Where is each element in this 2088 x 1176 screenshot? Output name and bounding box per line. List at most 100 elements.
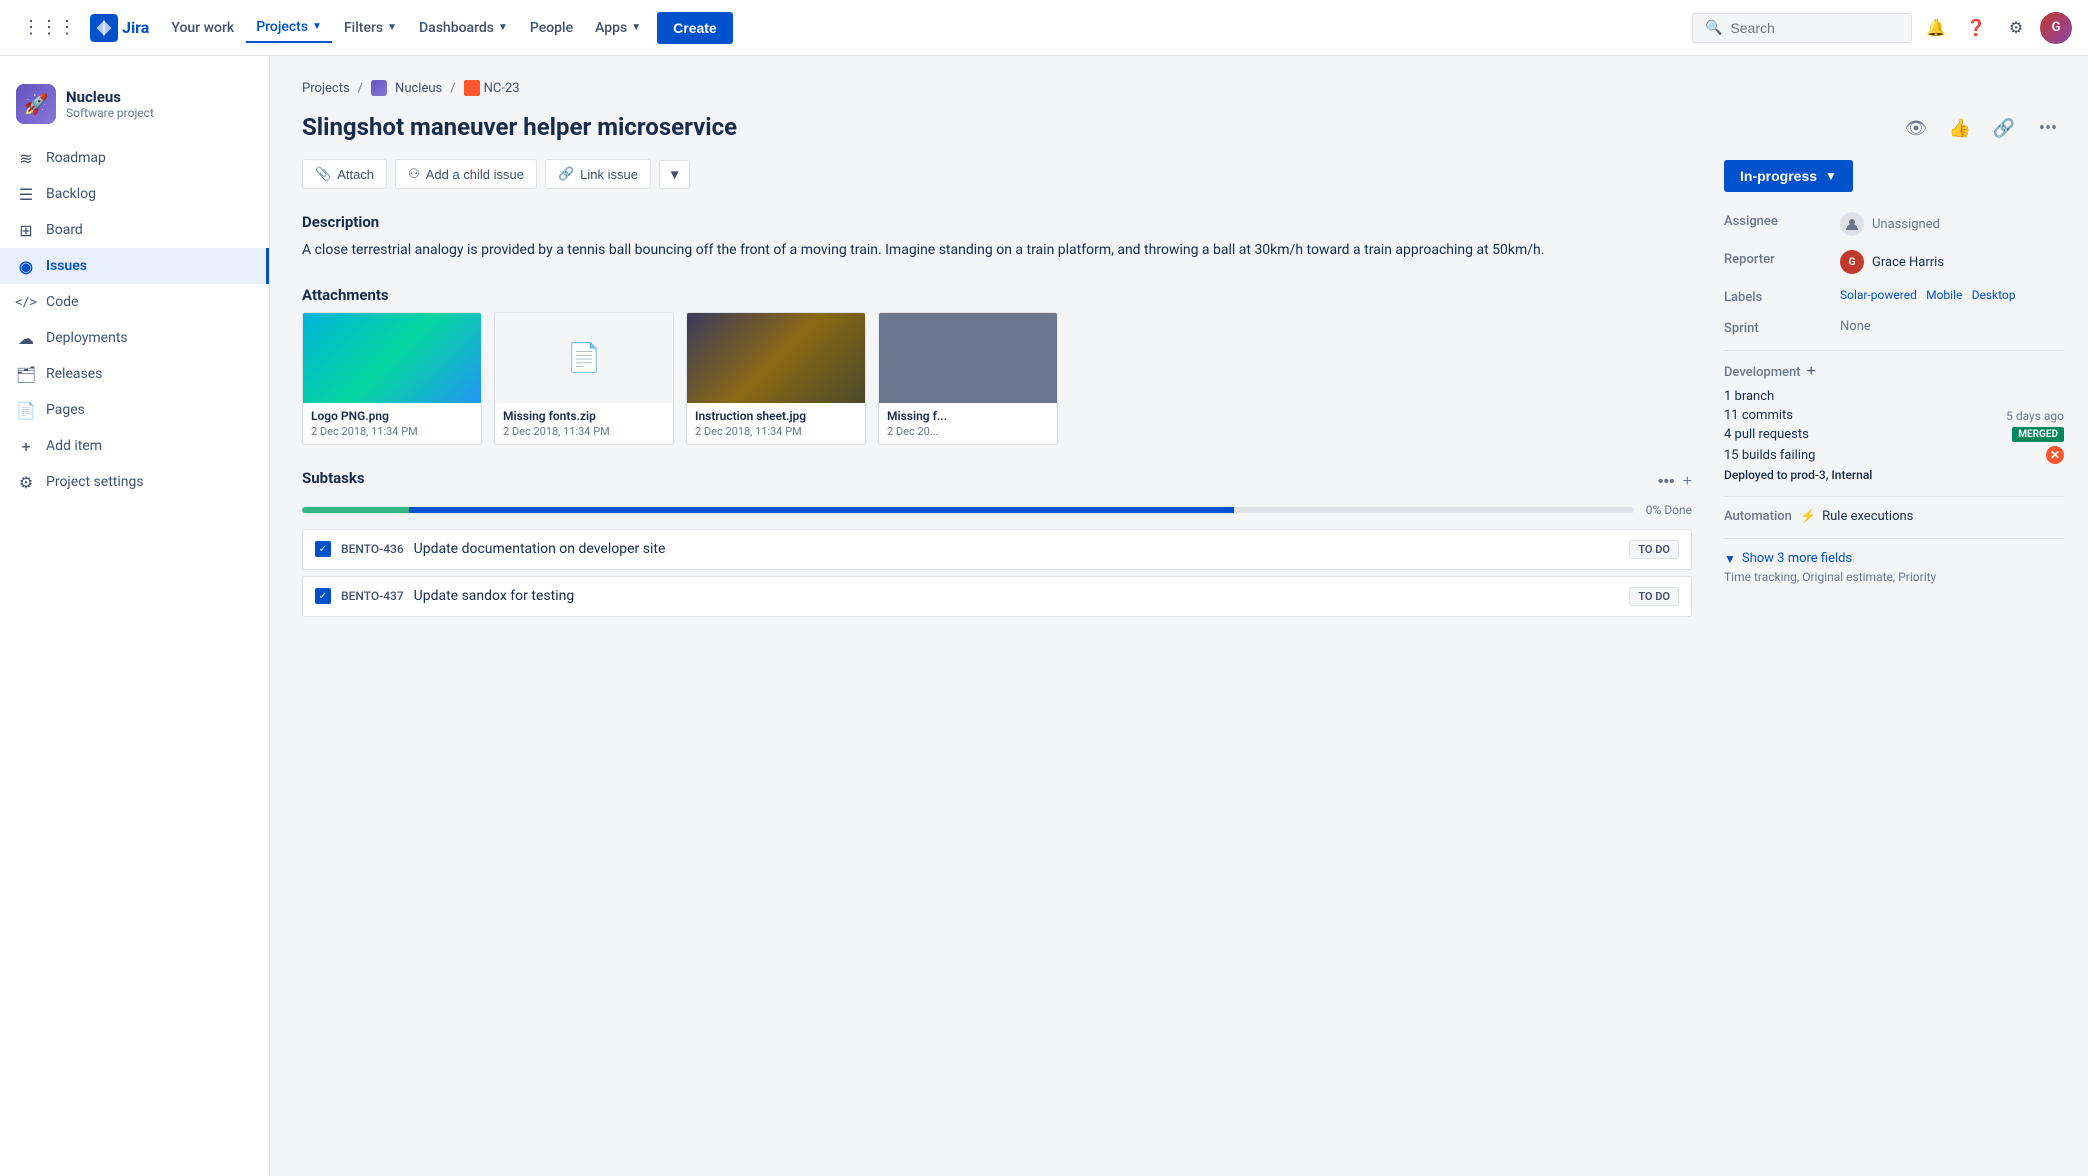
- subtask-id-1: BENTO-436: [341, 542, 404, 556]
- subtasks-header: Subtasks ••• +: [302, 469, 1692, 495]
- show-more-chevron-icon: ▼: [1724, 552, 1736, 566]
- sprint-value[interactable]: None: [1840, 319, 2064, 334]
- sidebar-item-project-settings[interactable]: ⚙ Project settings: [0, 464, 269, 500]
- attachment-card-2[interactable]: 📄 Missing fonts.zip 2 Dec 2018, 11:34 PM: [494, 312, 674, 445]
- sidebar-item-board[interactable]: ⊞ Board: [0, 212, 269, 248]
- watch-button[interactable]: 👁: [1900, 112, 1932, 144]
- sidebar-item-roadmap[interactable]: ≋ Roadmap: [0, 140, 269, 176]
- label-desktop[interactable]: Desktop: [1972, 288, 2016, 302]
- attachments-grid: Logo PNG.png 2 Dec 2018, 11:34 PM 📄 Miss…: [302, 312, 1692, 445]
- subtask-status-2: TO DO: [1629, 587, 1679, 606]
- sidebar-item-code[interactable]: </> Code: [0, 284, 269, 320]
- project-type: Software project: [66, 106, 154, 120]
- description-text: A close terrestrial analogy is provided …: [302, 239, 1692, 261]
- nav-people[interactable]: People: [520, 14, 583, 42]
- dev-commits-row: 11 commits 5 days ago: [1724, 408, 2064, 423]
- create-button[interactable]: Create: [657, 12, 733, 44]
- share-button[interactable]: 🔗: [1988, 112, 2020, 144]
- subtask-id-2: BENTO-437: [341, 589, 404, 603]
- reporter-avatar: G: [1840, 250, 1864, 274]
- subtask-item-2[interactable]: ✓ BENTO-437 Update sandox for testing TO…: [302, 576, 1692, 617]
- sprint-label: Sprint: [1724, 319, 1824, 336]
- subtasks-add-button[interactable]: +: [1683, 473, 1692, 491]
- nav-apps[interactable]: Apps ▼: [585, 14, 651, 42]
- search-input[interactable]: [1730, 20, 1899, 36]
- attachment-card-1[interactable]: Logo PNG.png 2 Dec 2018, 11:34 PM: [302, 312, 482, 445]
- search-icon: 🔍: [1705, 20, 1722, 36]
- pages-icon: 📄: [16, 400, 36, 420]
- subtask-checkbox-1[interactable]: ✓: [315, 541, 331, 557]
- sidebar-item-backlog[interactable]: ☰ Backlog: [0, 176, 269, 212]
- labels-label: Labels: [1724, 288, 1824, 305]
- user-avatar[interactable]: G: [2040, 12, 2072, 44]
- nav-dashboards[interactable]: Dashboards ▼: [409, 14, 518, 42]
- attachment-card-4[interactable]: Missing f... 2 Dec 20...: [878, 312, 1058, 445]
- subtask-item-1[interactable]: ✓ BENTO-436 Update documentation on deve…: [302, 529, 1692, 570]
- more-actions-button[interactable]: ▼: [659, 160, 690, 189]
- roadmap-icon: ≋: [16, 148, 36, 168]
- automation-label: Automation: [1724, 509, 1792, 524]
- sidebar-item-pages[interactable]: 📄 Pages: [0, 392, 269, 428]
- subtask-checkbox-2[interactable]: ✓: [315, 588, 331, 604]
- deployments-icon: ☁: [16, 328, 36, 348]
- attachments-section: Attachments Logo PNG.png 2 Dec 2018, 11:…: [302, 286, 1692, 445]
- sidebar-label-issues: Issues: [46, 258, 87, 274]
- more-fields-subtitle: Time tracking, Original estimate, Priori…: [1724, 570, 2064, 584]
- jira-logo[interactable]: Jira: [90, 14, 149, 42]
- label-solar-powered[interactable]: Solar-powered: [1840, 288, 1917, 302]
- sidebar-item-add-item[interactable]: + Add item: [0, 428, 269, 464]
- main-content: Projects / Nucleus / NC-23 Slingshot man…: [270, 56, 2088, 1176]
- label-mobile[interactable]: Mobile: [1926, 288, 1962, 302]
- backlog-icon: ☰: [16, 184, 36, 204]
- nav-your-work[interactable]: Your work: [161, 14, 244, 42]
- divider-3: [1724, 538, 2064, 539]
- assignee-name: Unassigned: [1872, 217, 1940, 232]
- sidebar-project: 🚀 Nucleus Software project: [0, 72, 269, 140]
- add-child-issue-button[interactable]: ⚇ Add a child issue: [395, 159, 537, 189]
- file-icon: 📄: [567, 341, 602, 374]
- automation-value[interactable]: ⚡ Rule executions: [1800, 509, 1913, 524]
- attachment-thumb-2: 📄: [495, 313, 673, 403]
- description-section: Description A close terrestrial analogy …: [302, 213, 1692, 261]
- status-label: In-progress: [1740, 168, 1817, 184]
- search-bar[interactable]: 🔍: [1692, 13, 1912, 43]
- automation-section: Automation ⚡ Rule executions: [1724, 509, 2064, 524]
- assignee-value[interactable]: Unassigned: [1840, 212, 2064, 236]
- sidebar-item-releases[interactable]: 🗂 Releases: [0, 356, 269, 392]
- grid-icon[interactable]: ⋮⋮⋮: [16, 11, 82, 44]
- show-more-fields-button[interactable]: ▼ Show 3 more fields: [1724, 551, 2064, 566]
- development-add-button[interactable]: +: [1807, 363, 1816, 381]
- link-issue-button[interactable]: 🔗 Link issue: [545, 159, 651, 189]
- sidebar-item-deployments[interactable]: ☁ Deployments: [0, 320, 269, 356]
- lightning-icon: ⚡: [1800, 509, 1816, 524]
- issue-title: Slingshot maneuver helper microservice: [302, 112, 1692, 143]
- error-badge: ✕: [2046, 446, 2064, 464]
- status-button[interactable]: In-progress ▼: [1724, 160, 1853, 192]
- settings-button[interactable]: ⚙: [2000, 12, 2032, 44]
- sidebar-item-issues[interactable]: ◉ Issues: [0, 248, 269, 284]
- attachment-card-3[interactable]: Instruction sheet.jpg 2 Dec 2018, 11:34 …: [686, 312, 866, 445]
- breadcrumb-sep-1: /: [358, 81, 363, 96]
- help-button[interactable]: ❓: [1960, 12, 1992, 44]
- subtasks-title: Subtasks: [302, 469, 365, 487]
- nucleus-breadcrumb-icon: [371, 80, 387, 96]
- more-options-button[interactable]: •••: [2032, 112, 2064, 144]
- breadcrumb-nc23[interactable]: NC-23: [484, 81, 520, 96]
- subtasks-more-button[interactable]: •••: [1658, 473, 1675, 491]
- project-name: Nucleus: [66, 88, 154, 106]
- reporter-value[interactable]: G Grace Harris: [1840, 250, 2064, 274]
- attach-button[interactable]: 📎 Attach: [302, 159, 387, 189]
- breadcrumb-sep-2: /: [450, 81, 455, 96]
- filters-chevron-icon: ▼: [387, 22, 397, 33]
- notifications-button[interactable]: 🔔: [1920, 12, 1952, 44]
- breadcrumb-projects[interactable]: Projects: [302, 81, 350, 96]
- attachment-name-2: Missing fonts.zip: [503, 409, 665, 423]
- reporter-name: Grace Harris: [1872, 255, 1944, 270]
- automation-rule-label: Rule executions: [1822, 509, 1913, 524]
- breadcrumb-nucleus[interactable]: Nucleus: [395, 81, 442, 96]
- like-button[interactable]: 👍: [1944, 112, 1976, 144]
- nav-projects[interactable]: Projects ▼: [246, 13, 332, 43]
- nav-filters[interactable]: Filters ▼: [334, 14, 407, 42]
- link-icon: 🔗: [558, 166, 574, 182]
- progress-bar-container: 0% Done: [302, 503, 1692, 517]
